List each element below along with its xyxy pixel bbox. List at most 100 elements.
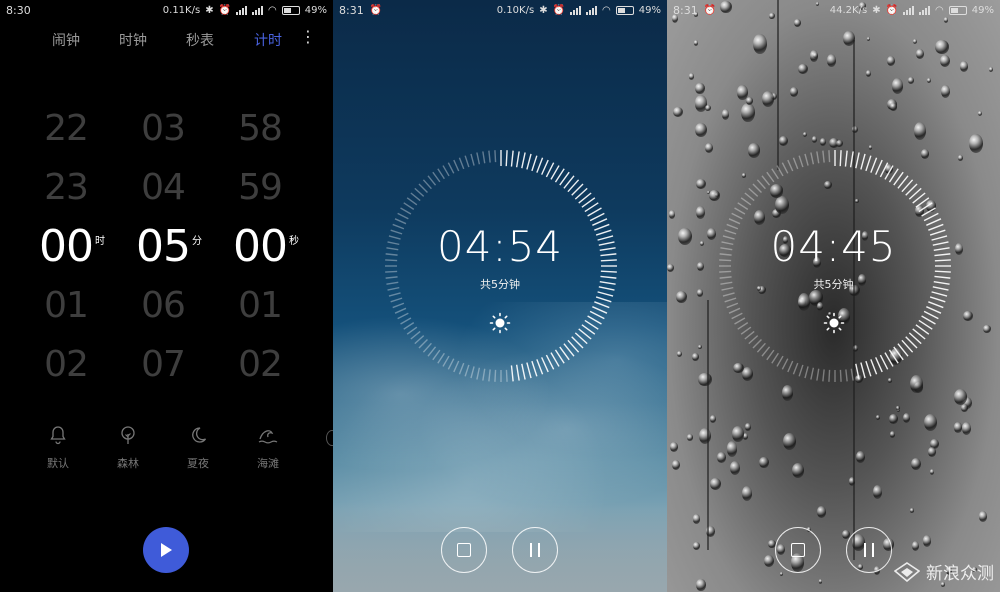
ring-tick bbox=[724, 297, 737, 303]
ring-tick bbox=[397, 312, 409, 320]
ring-tick bbox=[427, 346, 437, 357]
minute-unit-label: 分 bbox=[192, 236, 202, 247]
ring-tick bbox=[816, 151, 820, 164]
ring-tick bbox=[406, 326, 418, 335]
sound-option-summer-night[interactable]: 夏夜 bbox=[178, 425, 218, 471]
picker-selected-value: 05 bbox=[136, 221, 191, 272]
start-button[interactable] bbox=[143, 527, 189, 573]
rain-drop bbox=[732, 425, 745, 442]
ring-tick bbox=[748, 335, 759, 345]
tab-bar: 闹钟 时钟 秒表 计时 bbox=[0, 30, 333, 50]
tree-icon bbox=[108, 425, 148, 449]
picker-selected-value: 00 bbox=[233, 221, 288, 272]
ring-tick bbox=[839, 369, 842, 382]
ring-tick bbox=[737, 322, 749, 330]
ring-tick bbox=[521, 152, 526, 169]
rain-drop bbox=[961, 404, 968, 412]
ring-tick bbox=[488, 369, 491, 382]
ring-tick bbox=[828, 369, 831, 382]
tab-stopwatch[interactable]: 秒表 bbox=[186, 30, 214, 50]
ring-tick bbox=[748, 187, 759, 197]
status-time: 8:31 bbox=[673, 3, 698, 17]
ring-tick bbox=[521, 363, 526, 380]
picker-value: 22 bbox=[44, 108, 89, 149]
wave-icon bbox=[248, 425, 288, 449]
tab-alarm[interactable]: 闹钟 bbox=[52, 30, 80, 50]
rain-drop bbox=[910, 457, 922, 470]
ring-tick bbox=[719, 270, 732, 273]
ring-tick bbox=[810, 367, 815, 380]
rain-drop bbox=[698, 372, 712, 387]
battery-percent: 49% bbox=[304, 4, 327, 16]
alarm-icon: ⏰ bbox=[218, 4, 232, 16]
ring-tick bbox=[464, 155, 470, 168]
rain-drop bbox=[676, 290, 688, 304]
sound-option-beach[interactable]: 海滩 bbox=[248, 425, 288, 471]
rain-drop bbox=[803, 131, 808, 137]
sound-option-forest[interactable]: 森林 bbox=[108, 425, 148, 471]
ring-tick bbox=[726, 302, 739, 309]
watermark-text: 新浪众测 bbox=[926, 564, 994, 584]
rain-drop bbox=[789, 86, 799, 97]
rain-drop bbox=[686, 433, 694, 441]
bluetooth-icon: ✱ bbox=[539, 4, 548, 16]
pause-icon bbox=[864, 543, 874, 557]
ring-tick bbox=[740, 326, 752, 335]
ring-tick bbox=[752, 183, 762, 193]
timer-running-screen-sea: 8:31 ⏰ 0.10K/s ✱ ⏰ ◠ 49% 04:54 共5分钟 bbox=[333, 0, 667, 592]
ring-tick bbox=[437, 168, 445, 180]
pause-button[interactable] bbox=[846, 527, 892, 573]
rain-drop bbox=[977, 110, 982, 116]
ring-tick bbox=[510, 150, 514, 167]
rain-drop bbox=[835, 139, 844, 148]
ring-tick bbox=[541, 357, 549, 373]
rain-drop bbox=[672, 106, 684, 118]
rain-drop bbox=[875, 414, 881, 420]
rain-streak bbox=[707, 300, 709, 550]
ring-tick bbox=[845, 369, 848, 382]
total-duration-label: 共5分钟 bbox=[813, 278, 854, 291]
rain-drop bbox=[865, 69, 872, 77]
sound-option-partial[interactable] bbox=[326, 430, 333, 446]
rain-drop bbox=[902, 412, 911, 424]
timer-running-screen-rain: 8:31 ⏰ 44.2K/s ✱ ⏰ ◠ 49% 04:45 共5分钟 新浪众测 bbox=[667, 0, 1000, 592]
signal-icon bbox=[570, 5, 582, 15]
rain-drop bbox=[696, 579, 706, 591]
ring-tick bbox=[494, 150, 497, 163]
signal-icon bbox=[586, 5, 598, 15]
ring-tick bbox=[505, 150, 508, 167]
rain-drop bbox=[983, 324, 991, 333]
sun-icon[interactable] bbox=[823, 312, 845, 334]
ring-tick bbox=[744, 192, 755, 202]
status-bar: 8:31 ⏰ 44.2K/s ✱ ⏰ ◠ 49% bbox=[667, 0, 1000, 20]
ring-tick bbox=[737, 202, 749, 210]
rain-drop bbox=[913, 39, 918, 45]
alarm-icon: ⏰ bbox=[369, 4, 383, 16]
moon-icon bbox=[178, 425, 218, 449]
rain-drop bbox=[709, 414, 716, 423]
ring-tick bbox=[494, 369, 497, 382]
sound-option-default[interactable]: 默认 bbox=[38, 425, 78, 471]
ring-tick bbox=[740, 197, 752, 206]
network-speed: 44.2K/s bbox=[829, 4, 868, 16]
rain-drop bbox=[989, 67, 993, 72]
status-time: 8:30 bbox=[6, 3, 31, 17]
rain-drop bbox=[890, 103, 898, 111]
tab-timer[interactable]: 计时 bbox=[254, 30, 282, 50]
sun-icon[interactable] bbox=[489, 312, 511, 334]
tab-clock[interactable]: 时钟 bbox=[119, 30, 147, 50]
more-menu-icon[interactable]: ⋮ bbox=[300, 29, 316, 46]
network-speed: 0.10K/s bbox=[496, 4, 535, 16]
stop-button[interactable] bbox=[441, 527, 487, 573]
signal-icon bbox=[903, 5, 915, 15]
ring-tick bbox=[545, 354, 555, 370]
ring-tick bbox=[403, 202, 415, 210]
stop-button[interactable] bbox=[775, 527, 821, 573]
ring-tick bbox=[447, 162, 455, 174]
ring-tick bbox=[453, 159, 460, 172]
ring-tick bbox=[855, 363, 860, 380]
ring-tick bbox=[453, 360, 460, 373]
ring-tick bbox=[839, 150, 842, 167]
ring-tick bbox=[432, 171, 441, 183]
pause-button[interactable] bbox=[512, 527, 558, 573]
